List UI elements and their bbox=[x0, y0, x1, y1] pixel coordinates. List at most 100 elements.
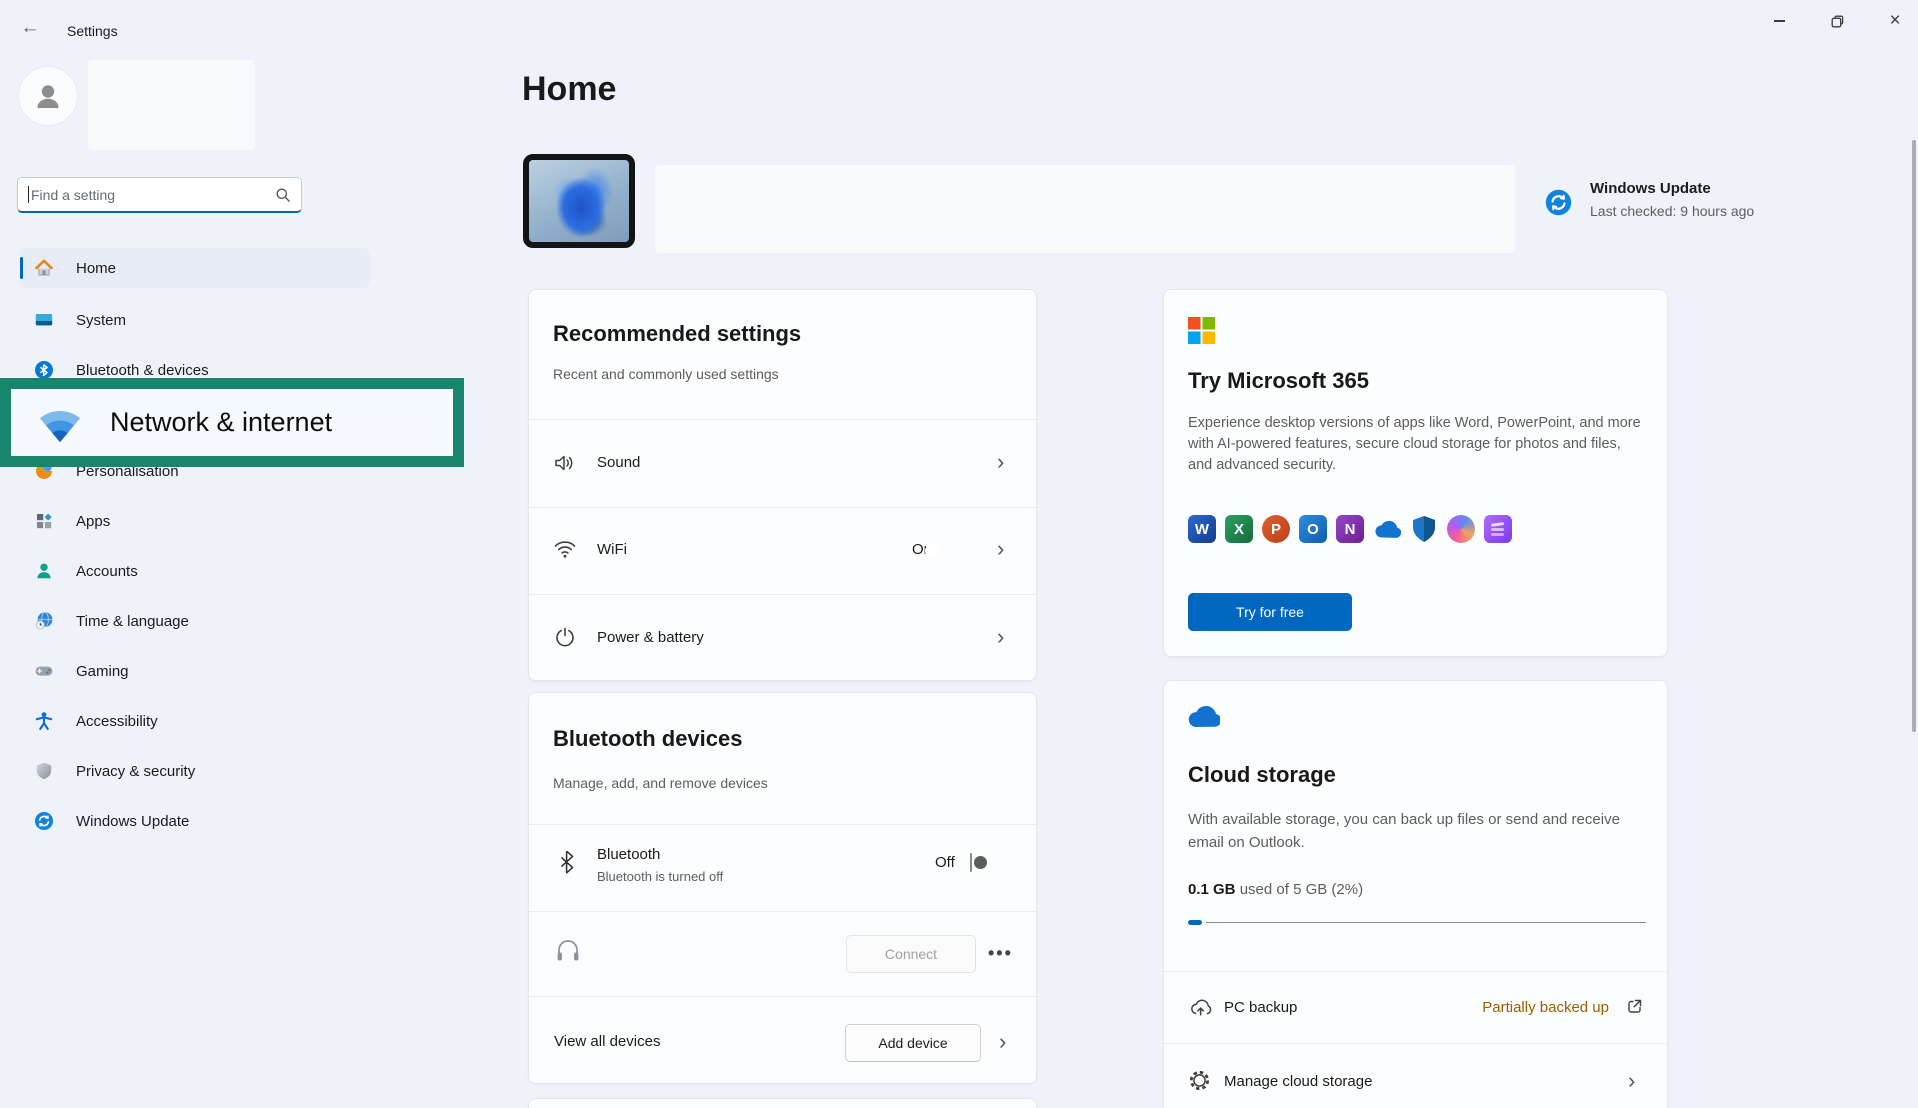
search-box[interactable] bbox=[17, 177, 302, 213]
defender-icon bbox=[1410, 515, 1438, 543]
sync-icon bbox=[34, 811, 54, 831]
minimize-button[interactable] bbox=[1756, 4, 1802, 38]
recommended-settings-card: Recommended settings Recent and commonly… bbox=[528, 289, 1037, 681]
next-card-partial bbox=[528, 1098, 1037, 1108]
onenote-icon: N bbox=[1336, 515, 1364, 543]
pc-backup-row[interactable]: PC backup Partially backed up bbox=[1164, 971, 1667, 1043]
windows-update-status-title[interactable]: Windows Update bbox=[1590, 180, 1711, 197]
user-icon bbox=[31, 79, 65, 113]
cloud-upload-icon bbox=[1188, 995, 1213, 1019]
close-button[interactable]: × bbox=[1872, 4, 1918, 38]
minimize-icon bbox=[1774, 20, 1785, 22]
bluetooth-icon bbox=[559, 849, 575, 875]
search-input[interactable] bbox=[31, 187, 275, 203]
text-cursor bbox=[28, 186, 29, 203]
page-title: Home bbox=[522, 70, 616, 109]
gear-icon bbox=[1188, 1069, 1211, 1092]
manage-cloud-storage-row[interactable]: Manage cloud storage › bbox=[1164, 1043, 1667, 1108]
sidebar-item-time-language[interactable]: Time & language bbox=[20, 601, 370, 641]
globe-clock-icon bbox=[34, 611, 54, 631]
back-button[interactable]: ← bbox=[14, 12, 46, 44]
sound-row[interactable]: Sound › bbox=[529, 419, 1036, 507]
chevron-right-icon: › bbox=[1628, 1071, 1635, 1091]
card-title: Bluetooth devices bbox=[553, 726, 742, 752]
device-wallpaper-thumbnail bbox=[523, 154, 635, 248]
onedrive-cloud-icon bbox=[1186, 704, 1220, 732]
window-title: Settings bbox=[67, 23, 118, 39]
card-subtitle: Recent and commonly used settings bbox=[553, 366, 779, 382]
add-device-button[interactable]: Add device bbox=[845, 1024, 981, 1062]
home-icon bbox=[34, 258, 54, 278]
copilot-icon bbox=[1447, 515, 1475, 543]
accessibility-icon bbox=[34, 711, 54, 731]
apps-icon bbox=[34, 511, 54, 531]
power-icon bbox=[554, 626, 576, 648]
sidebar-item-label: Bluetooth & devices bbox=[76, 362, 209, 379]
connect-button[interactable]: Connect bbox=[846, 935, 976, 973]
sidebar-item-privacy-security[interactable]: Privacy & security bbox=[20, 751, 370, 791]
restore-button[interactable] bbox=[1814, 4, 1860, 38]
account-name-placeholder bbox=[88, 60, 255, 150]
card-description: Experience desktop versions of apps like… bbox=[1188, 413, 1648, 476]
word-icon: W bbox=[1188, 515, 1216, 543]
microsoft-365-card: Try Microsoft 365 Experience desktop ver… bbox=[1163, 289, 1668, 657]
sidebar-item-label: Home bbox=[76, 260, 116, 277]
microsoft-logo-icon bbox=[1188, 317, 1215, 348]
bluetooth-state-label: Off bbox=[935, 854, 955, 871]
excel-icon: X bbox=[1225, 515, 1253, 543]
card-subtitle: Manage, add, and remove devices bbox=[553, 775, 768, 791]
wifi-row[interactable]: WiFi On › bbox=[529, 507, 1036, 594]
storage-used-value: 0.1 GB bbox=[1188, 881, 1236, 898]
clipchamp-icon bbox=[1484, 515, 1512, 543]
search-icon bbox=[275, 187, 291, 203]
sidebar-item-label: Time & language bbox=[76, 613, 189, 630]
row-label: Power & battery bbox=[597, 629, 704, 646]
device-info-placeholder bbox=[655, 165, 1515, 253]
sidebar-item-label: Accounts bbox=[76, 563, 138, 580]
view-all-devices-row[interactable]: View all devices Add device › bbox=[529, 996, 1036, 1085]
system-icon bbox=[34, 310, 54, 330]
speaker-icon bbox=[553, 452, 577, 474]
bluetooth-toggle-row[interactable]: Bluetooth Bluetooth is turned off Off bbox=[529, 824, 1036, 911]
shield-icon bbox=[34, 761, 54, 781]
bluetooth-toggle[interactable] bbox=[970, 853, 972, 872]
sidebar-item-label: Windows Update bbox=[76, 813, 189, 830]
avatar[interactable] bbox=[19, 67, 77, 125]
annotation-label: Network & internet bbox=[110, 407, 332, 438]
try-for-free-button[interactable]: Try for free bbox=[1188, 593, 1352, 631]
power-battery-row[interactable]: Power & battery › bbox=[529, 594, 1036, 682]
sidebar-item-label: System bbox=[76, 312, 126, 329]
card-title: Try Microsoft 365 bbox=[1188, 368, 1369, 394]
sidebar-item-apps[interactable]: Apps bbox=[20, 501, 370, 541]
accounts-icon bbox=[34, 561, 54, 581]
outlook-icon: O bbox=[1299, 515, 1327, 543]
backup-status-badge: Partially backed up bbox=[1424, 999, 1609, 1016]
sidebar-item-gaming[interactable]: Gaming bbox=[20, 651, 370, 691]
row-label: View all devices bbox=[554, 1033, 660, 1050]
chevron-right-icon: › bbox=[997, 539, 1004, 559]
wifi-icon bbox=[553, 538, 577, 560]
sidebar-item-system[interactable]: System bbox=[20, 300, 370, 340]
windows-update-status-detail: Last checked: 9 hours ago bbox=[1590, 203, 1754, 219]
row-sublabel: Bluetooth is turned off bbox=[597, 869, 723, 884]
more-options-button[interactable]: ••• bbox=[988, 943, 1013, 964]
sidebar-item-label: Accessibility bbox=[76, 713, 158, 730]
card-description: With available storage, you can back up … bbox=[1188, 808, 1648, 854]
sidebar-item-label: Apps bbox=[76, 513, 110, 530]
sidebar-item-windows-update[interactable]: Windows Update bbox=[20, 801, 370, 841]
sidebar-item-home[interactable]: Home bbox=[20, 248, 370, 288]
sidebar-item-accounts[interactable]: Accounts bbox=[20, 551, 370, 591]
paired-device-row: Connect ••• bbox=[529, 911, 1036, 996]
powerpoint-icon: P bbox=[1262, 515, 1290, 543]
annotation-highlight-network-internet[interactable]: Network & internet bbox=[0, 378, 464, 467]
scrollbar[interactable] bbox=[1912, 140, 1916, 732]
settings-window: ← Settings × bbox=[0, 0, 1918, 1108]
close-icon: × bbox=[1889, 14, 1900, 28]
row-label: Bluetooth bbox=[597, 846, 660, 863]
row-label: PC backup bbox=[1224, 999, 1297, 1016]
sidebar-item-accessibility[interactable]: Accessibility bbox=[20, 701, 370, 741]
storage-progress-track bbox=[1206, 922, 1646, 923]
cloud-storage-card: Cloud storage With available storage, yo… bbox=[1163, 680, 1668, 1108]
row-label: Manage cloud storage bbox=[1224, 1073, 1372, 1090]
back-arrow-icon: ← bbox=[21, 17, 40, 39]
